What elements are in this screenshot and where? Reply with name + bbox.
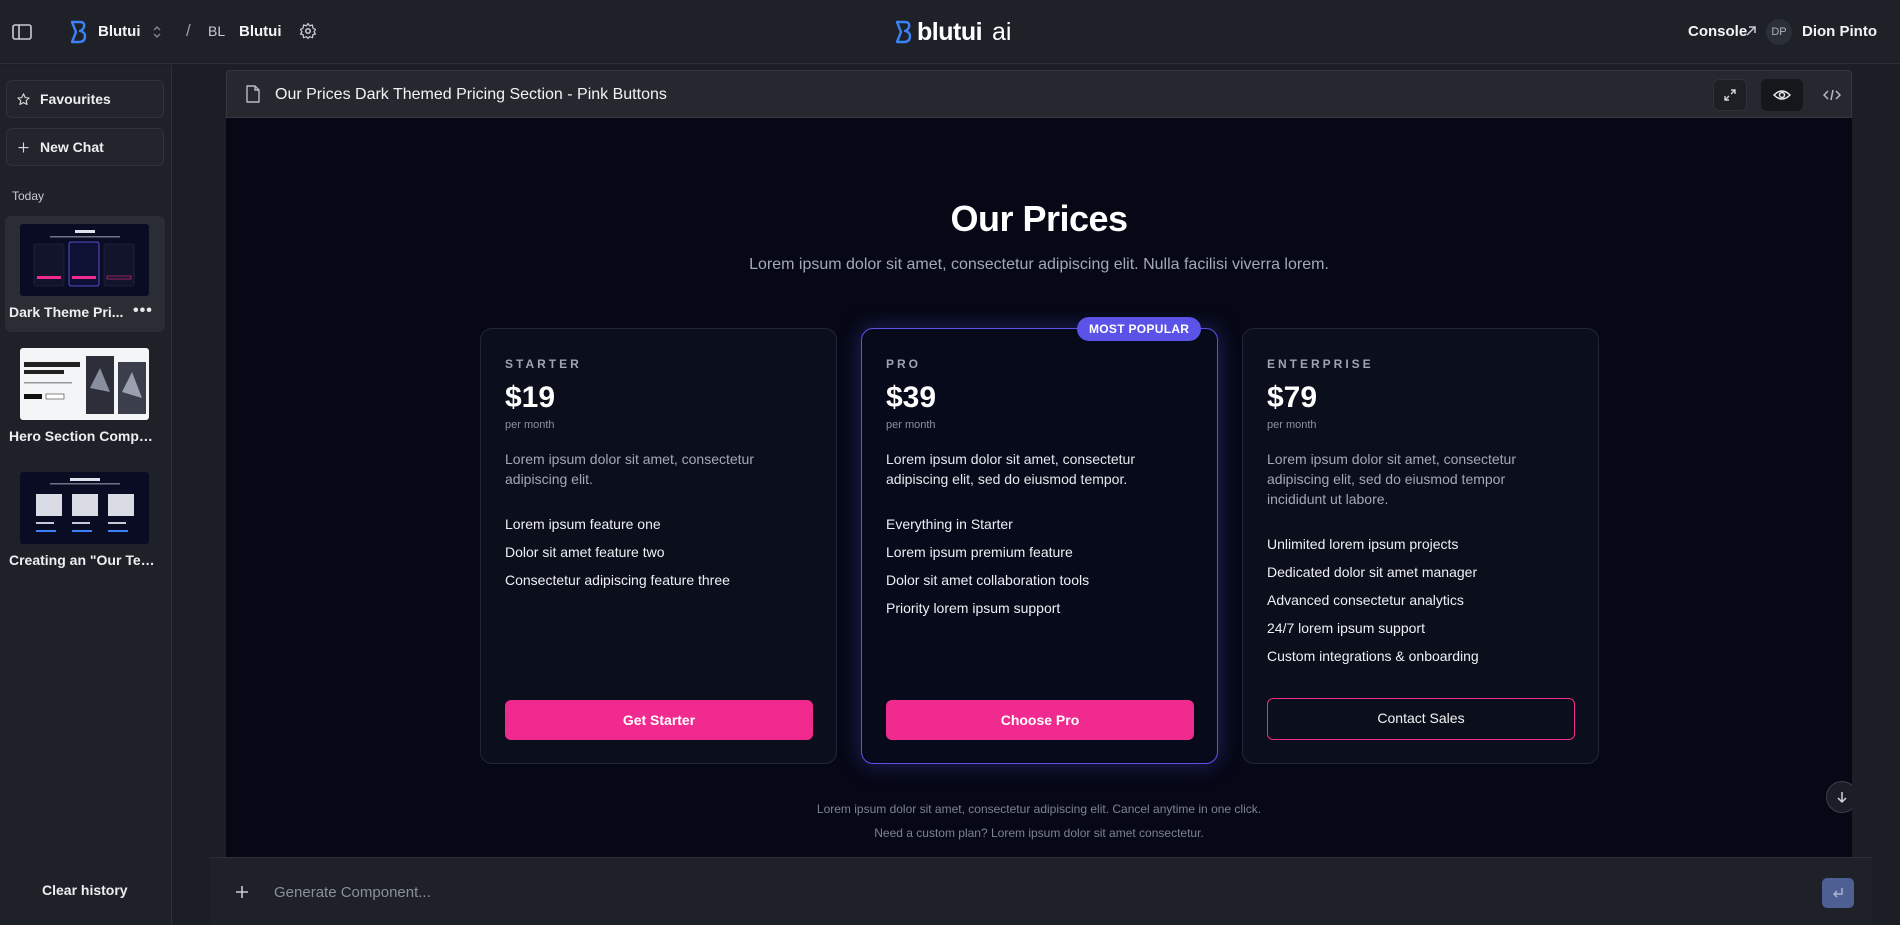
brand-ai: ai: [992, 17, 1012, 46]
plan-feature: Lorem ipsum feature one: [505, 516, 661, 532]
history-item-label: Creating an "Our Tea...: [9, 552, 159, 568]
plan-features: Lorem ipsum feature one Dolor sit amet f…: [505, 515, 730, 599]
plan-feature: Custom integrations & onboarding: [1267, 648, 1479, 664]
console-link[interactable]: Console: [1688, 23, 1747, 40]
plan-card-starter: STARTER $19 per month Lorem ipsum dolor …: [480, 328, 837, 764]
plan-period: per month: [1267, 419, 1317, 431]
preview-toggle-button[interactable]: [1761, 79, 1803, 111]
plan-period: per month: [505, 419, 555, 431]
gear-icon[interactable]: [299, 22, 317, 40]
generate-component-input[interactable]: [274, 878, 1474, 906]
blutui-logo-icon: [895, 20, 912, 44]
plan-price: $39: [886, 381, 937, 414]
history-item-label: Dark Theme Pri...: [9, 304, 124, 320]
star-icon: [17, 92, 30, 105]
send-button[interactable]: [1822, 878, 1854, 908]
plan-period: per month: [886, 419, 936, 431]
breadcrumb-separator: /: [186, 21, 191, 40]
history-thumbnail: [20, 472, 149, 544]
eye-icon: [1773, 90, 1791, 100]
plan-feature: Everything in Starter: [886, 516, 1013, 532]
favourites-label: Favourites: [40, 91, 111, 107]
plan-feature: Lorem ipsum premium feature: [886, 544, 1073, 560]
history-section-label: Today: [12, 189, 45, 203]
pricing-footnote: Need a custom plan? Lorem ipsum dolor si…: [874, 826, 1204, 840]
preview-title: Our Prices Dark Themed Pricing Section -…: [275, 86, 667, 103]
main-panel: Our Prices Dark Themed Pricing Section -…: [210, 65, 1890, 925]
plus-icon[interactable]: [234, 884, 250, 900]
new-chat-button[interactable]: New Chat: [6, 128, 164, 166]
plan-feature: Unlimited lorem ipsum projects: [1267, 536, 1459, 552]
expand-icon: [1724, 89, 1736, 101]
plan-features: Everything in Starter Lorem ipsum premiu…: [886, 515, 1089, 627]
plan-description: Lorem ipsum dolor sit amet, consectetur …: [886, 451, 1135, 487]
most-popular-badge: MOST POPULAR: [1077, 317, 1202, 341]
plan-tier: PRO: [886, 357, 922, 371]
plan-feature: Dolor sit amet collaboration tools: [886, 572, 1090, 588]
history-thumbnail: [20, 348, 149, 420]
plan-feature: Advanced consectetur analytics: [1267, 592, 1464, 608]
brand-logo: blutui ai: [893, 17, 1012, 47]
code-icon: [1823, 89, 1841, 101]
arrow-down-icon: [1837, 792, 1847, 804]
pricing-title: Our Prices: [950, 198, 1128, 239]
blutui-logo-icon: [68, 20, 88, 44]
history-item[interactable]: Creating an "Our Tea...: [5, 464, 165, 580]
user-name[interactable]: Dion Pinto: [1802, 23, 1877, 40]
plan-description: Lorem ipsum dolor sit amet, consectetur …: [1267, 451, 1516, 507]
plan-feature: Dedicated dolor sit amet manager: [1267, 564, 1478, 580]
expand-button[interactable]: [1713, 79, 1747, 111]
sidebar: Favourites New Chat Today Dark Theme Pri…: [0, 65, 172, 925]
plan-price: $19: [505, 381, 556, 414]
clear-history-button[interactable]: Clear history: [42, 882, 128, 898]
favourites-button[interactable]: Favourites: [6, 80, 164, 118]
plan-card-pro: MOST POPULAR PRO $39 per month Lorem ips…: [861, 317, 1218, 764]
choose-pro-button[interactable]: Choose Pro: [886, 700, 1194, 740]
arrow-up-right-icon[interactable]: [1744, 24, 1758, 38]
file-icon: [245, 85, 261, 103]
plus-icon: [18, 142, 29, 152]
more-options-icon[interactable]: •••: [133, 302, 153, 320]
plan-tier: ENTERPRISE: [1267, 357, 1374, 371]
top-bar: Blutui / BL Blutui blutui ai Console DP …: [0, 0, 1900, 64]
contact-sales-button[interactable]: Contact Sales: [1267, 698, 1575, 740]
enter-icon: [1833, 888, 1843, 898]
plan-feature: Priority lorem ipsum support: [886, 600, 1061, 616]
get-starter-button[interactable]: Get Starter: [505, 700, 813, 740]
pricing-footnote: Lorem ipsum dolor sit amet, consectetur …: [816, 802, 1262, 816]
plan-description: Lorem ipsum dolor sit amet, consectetur …: [505, 451, 754, 487]
workspace-name[interactable]: Blutui: [98, 23, 141, 40]
history-thumbnail: [20, 224, 149, 296]
history-item-label: Hero Section Compo...: [9, 428, 159, 444]
sidebar-toggle-icon[interactable]: [11, 21, 33, 43]
plan-feature: Dolor sit amet feature two: [505, 544, 665, 560]
new-chat-label: New Chat: [40, 139, 104, 155]
plan-feature: Consectetur adipiscing feature three: [505, 572, 730, 588]
pricing-subtitle: Lorem ipsum dolor sit amet, consectetur …: [749, 256, 1329, 273]
preview-header: Our Prices Dark Themed Pricing Section -…: [226, 70, 1852, 118]
avatar[interactable]: DP: [1766, 19, 1792, 45]
component-preview: Our Prices Lorem ipsum dolor sit amet, c…: [226, 118, 1852, 858]
composer: [210, 857, 1872, 925]
code-toggle-button[interactable]: [1815, 79, 1849, 111]
plan-price: $79: [1267, 381, 1318, 414]
workspace-switcher-icon[interactable]: [150, 22, 164, 42]
plan-feature: 24/7 lorem ipsum support: [1267, 620, 1425, 636]
history-item[interactable]: Dark Theme Pri... •••: [5, 216, 165, 332]
scroll-down-button[interactable]: [1826, 781, 1852, 813]
project-name[interactable]: Blutui: [239, 23, 282, 40]
plan-tier: STARTER: [505, 357, 582, 371]
project-badge: BL: [208, 23, 226, 39]
history-item[interactable]: Hero Section Compo...: [5, 340, 165, 456]
brand-word: blutui: [917, 17, 983, 46]
plan-card-enterprise: ENTERPRISE $79 per month Lorem ipsum dol…: [1242, 328, 1599, 764]
plan-features: Unlimited lorem ipsum projects Dedicated…: [1267, 535, 1479, 675]
